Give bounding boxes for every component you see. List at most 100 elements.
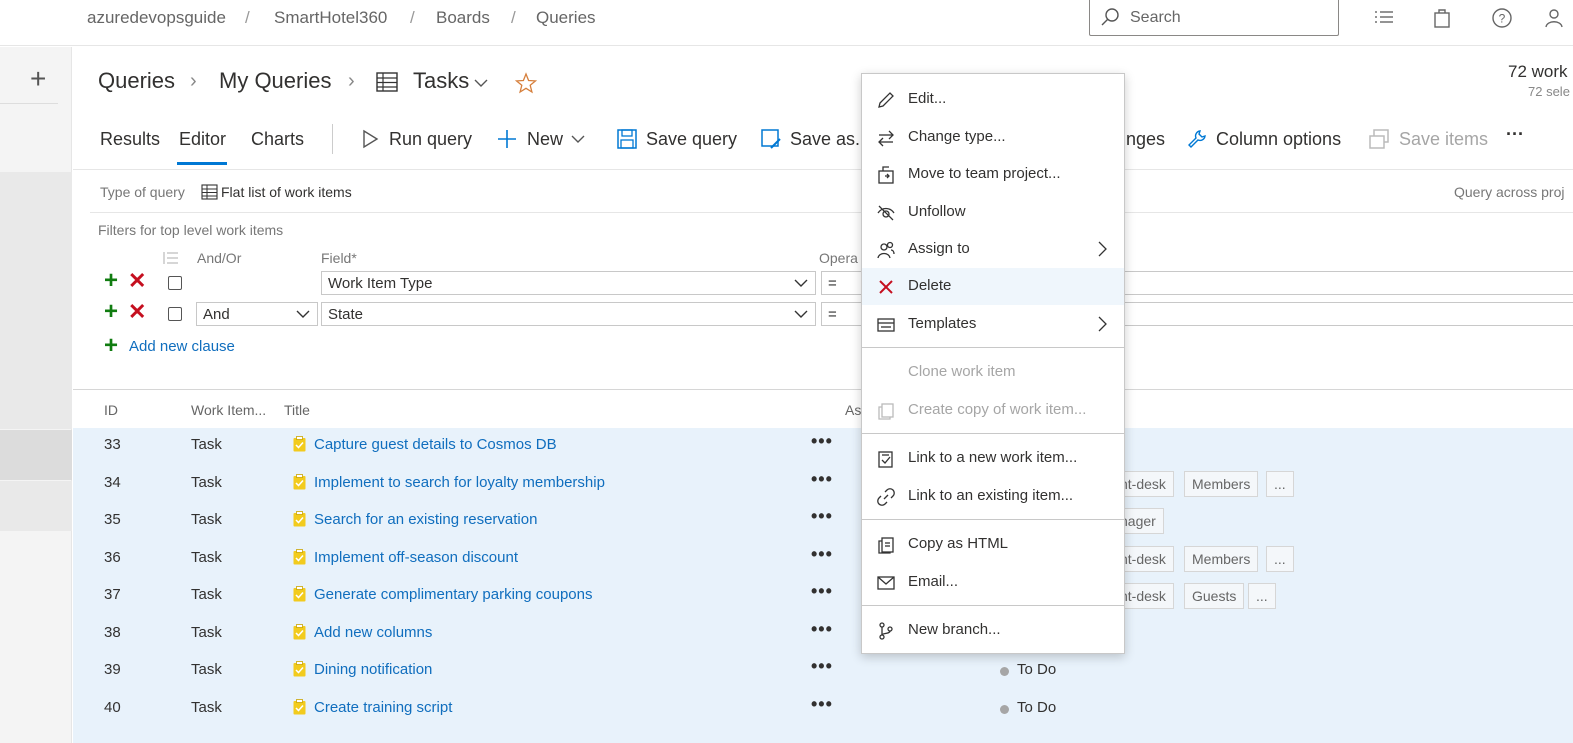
editor-results-splitter[interactable] xyxy=(73,389,1573,390)
query-type-dropdown[interactable]: Flat list of work items xyxy=(221,184,352,200)
menu-item-templates[interactable]: Templates xyxy=(862,306,1124,343)
add-icon[interactable]: + xyxy=(30,63,46,95)
insert-clause-icon[interactable]: + xyxy=(104,269,118,293)
menu-item-delete[interactable]: Delete xyxy=(862,268,1124,305)
list-settings-icon[interactable] xyxy=(1373,7,1395,29)
shopping-bag-icon[interactable] xyxy=(1431,7,1453,29)
column-options-button[interactable]: Column options xyxy=(1216,129,1341,150)
breadcrumb-boards[interactable]: Boards xyxy=(436,8,490,28)
menu-item-change-type[interactable]: Change type... xyxy=(862,119,1124,156)
tag-overflow[interactable]: ... xyxy=(1266,546,1294,572)
menu-item-edit[interactable]: Edit... xyxy=(862,81,1124,118)
revert-changes-button[interactable]: nges xyxy=(1126,129,1165,150)
menu-item-move-to-project[interactable]: Move to team project... xyxy=(862,156,1124,193)
table-row[interactable]: 36 Task Implement off-season discount ••… xyxy=(73,540,1573,577)
query-across-projects[interactable]: Query across proj xyxy=(1454,184,1564,200)
header-crumb-my-queries[interactable]: My Queries xyxy=(219,68,331,94)
menu-item-label: Assign to xyxy=(908,240,970,257)
row-more-actions-button[interactable]: ••• xyxy=(811,431,833,452)
remove-clause-icon[interactable]: ✕ xyxy=(128,301,146,323)
column-header-assigned[interactable]: As xyxy=(845,402,861,418)
delete-x-icon xyxy=(879,280,893,294)
row-more-actions-button[interactable]: ••• xyxy=(811,619,833,640)
field-select[interactable]: State xyxy=(321,302,816,326)
row-more-actions-button[interactable]: ••• xyxy=(811,506,833,527)
tab-charts[interactable]: Charts xyxy=(251,129,304,150)
eye-slash-icon xyxy=(877,205,895,221)
field-column-header: Field* xyxy=(321,250,357,266)
insert-clause-icon[interactable]: + xyxy=(104,300,118,324)
top-bar: azuredevopsguide / SmartHotel360 / Board… xyxy=(0,0,1573,46)
chevron-down-icon[interactable] xyxy=(571,134,585,144)
menu-item-assign-to[interactable]: Assign to xyxy=(862,231,1124,268)
table-row[interactable]: 40 Task Create training script ••• To Do xyxy=(73,690,1573,727)
remove-clause-icon[interactable]: ✕ xyxy=(128,270,146,292)
breadcrumb-separator: / xyxy=(511,8,516,27)
chevron-right-icon: › xyxy=(348,70,355,92)
table-icon xyxy=(376,72,398,92)
menu-item-copy-html[interactable]: Copy as HTML xyxy=(862,526,1124,563)
cell-title-link[interactable]: Implement off-season discount xyxy=(314,549,518,566)
row-more-actions-button[interactable]: ••• xyxy=(811,469,833,490)
table-row[interactable]: 37 Task Generate complimentary parking c… xyxy=(73,577,1573,614)
task-icon xyxy=(293,549,306,565)
andor-select[interactable]: And xyxy=(196,302,318,326)
table-row[interactable]: 33 Task Capture guest details to Cosmos … xyxy=(73,427,1573,464)
tab-results[interactable]: Results xyxy=(100,129,160,150)
column-header-type[interactable]: Work Item... xyxy=(191,402,266,418)
cell-title-link[interactable]: Generate complimentary parking coupons xyxy=(314,586,592,603)
tab-editor[interactable]: Editor xyxy=(179,129,226,150)
cell-title-link[interactable]: Add new columns xyxy=(314,624,432,641)
cell-title-link[interactable]: Create training script xyxy=(314,699,452,716)
save-items-button[interactable]: Save items xyxy=(1399,129,1488,150)
rail-item-selected[interactable] xyxy=(0,430,72,480)
run-query-button[interactable]: Run query xyxy=(389,129,472,150)
favorite-star-icon[interactable] xyxy=(515,72,537,94)
tag-overflow[interactable]: ... xyxy=(1266,471,1294,497)
breadcrumb-org[interactable]: azuredevopsguide xyxy=(87,8,226,28)
header-crumb-queries[interactable]: Queries xyxy=(98,68,175,94)
clause-checkbox[interactable] xyxy=(168,307,182,321)
add-new-clause-link[interactable]: Add new clause xyxy=(129,338,235,355)
row-more-actions-button[interactable]: ••• xyxy=(811,581,833,602)
menu-item-create-copy[interactable]: Create copy of work item... xyxy=(862,392,1124,429)
query-name[interactable]: Tasks xyxy=(413,68,469,94)
menu-item-clone[interactable]: Clone work item xyxy=(862,354,1124,391)
cell-title-link[interactable]: Dining notification xyxy=(314,661,432,678)
cell-title-link[interactable]: Implement to search for loyalty membersh… xyxy=(314,474,605,491)
user-settings-icon[interactable] xyxy=(1543,7,1565,29)
menu-item-link-existing[interactable]: Link to an existing item... xyxy=(862,478,1124,515)
save-query-button[interactable]: Save query xyxy=(646,129,737,150)
group-clauses-icon[interactable] xyxy=(162,250,180,266)
table-row[interactable]: 34 Task Implement to search for loyalty … xyxy=(73,465,1573,502)
column-header-id[interactable]: ID xyxy=(104,402,118,418)
table-row[interactable]: 38 Task Add new columns ••• xyxy=(73,615,1573,652)
breadcrumb-project[interactable]: SmartHotel360 xyxy=(274,8,387,28)
cell-title-link[interactable]: Capture guest details to Cosmos DB xyxy=(314,436,557,453)
menu-item-email[interactable]: Email... xyxy=(862,564,1124,601)
row-more-actions-button[interactable]: ••• xyxy=(811,544,833,565)
column-header-title[interactable]: Title xyxy=(284,402,310,418)
menu-item-link-new[interactable]: Link to a new work item... xyxy=(862,440,1124,477)
chevron-down-icon[interactable] xyxy=(474,78,488,88)
field-select[interactable]: Work Item Type xyxy=(321,271,816,295)
help-icon[interactable]: ? xyxy=(1491,7,1513,29)
breadcrumb-queries[interactable]: Queries xyxy=(536,8,596,28)
table-row[interactable]: 35 Task Search for an existing reservati… xyxy=(73,502,1573,539)
menu-item-unfollow[interactable]: Unfollow xyxy=(862,194,1124,231)
new-button[interactable]: New xyxy=(527,129,563,150)
more-actions-button[interactable]: ··· xyxy=(1506,124,1524,145)
table-row[interactable]: 39 Task Dining notification ••• To Do xyxy=(73,652,1573,689)
cell-id: 39 xyxy=(104,661,121,678)
cell-title-link[interactable]: Search for an existing reservation xyxy=(314,511,537,528)
search-box[interactable]: Search xyxy=(1089,0,1339,36)
template-icon xyxy=(877,318,895,332)
work-item-count: 72 work xyxy=(1508,62,1568,81)
clause-checkbox[interactable] xyxy=(168,276,182,290)
menu-item-new-branch[interactable]: New branch... xyxy=(862,612,1124,649)
add-clause-icon[interactable]: + xyxy=(104,334,118,358)
save-as-button[interactable]: Save as... xyxy=(790,129,870,150)
row-more-actions-button[interactable]: ••• xyxy=(811,656,833,677)
row-more-actions-button[interactable]: ••• xyxy=(811,694,833,715)
tag-overflow[interactable]: ... xyxy=(1248,583,1276,609)
